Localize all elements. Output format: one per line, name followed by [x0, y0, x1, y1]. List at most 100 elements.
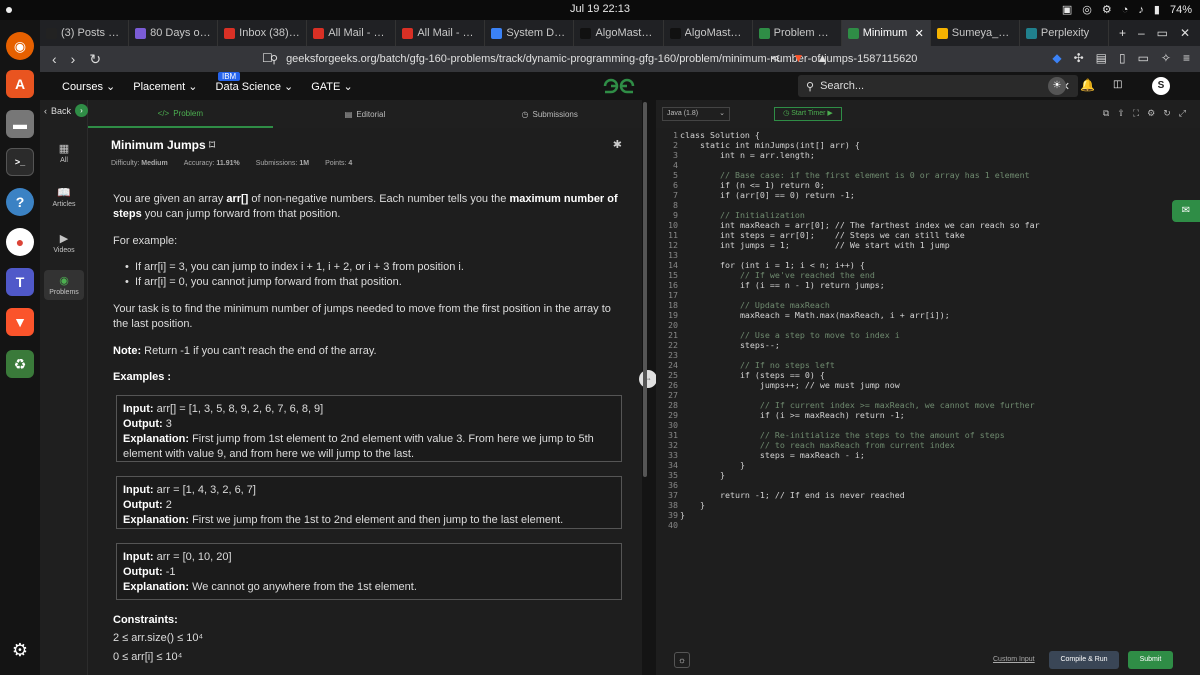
code-line[interactable]: maxReach = Math.max(maxReach, i + arr[i]…	[680, 310, 950, 320]
import-icon[interactable]: ⇪	[1117, 108, 1125, 119]
browser-tab[interactable]: 80 Days of #c	[129, 20, 219, 46]
trash-icon[interactable]: ♻	[6, 350, 34, 378]
browser-tab[interactable]: System Desig	[485, 20, 575, 46]
browser-tab[interactable]: Sumeya_Banc	[931, 20, 1020, 46]
sidebar-item-problems[interactable]: ◉ Problems	[44, 270, 84, 300]
browser-tab[interactable]: Inbox (38) - b	[218, 20, 308, 46]
system-clock[interactable]: Jul 19 22:13	[0, 3, 1200, 15]
copy-icon[interactable]: ⧉	[1103, 108, 1109, 119]
tab-editorial[interactable]: ▤ Editorial	[273, 100, 458, 128]
settings-icon[interactable]: ⚙	[1147, 108, 1155, 119]
back-nav-icon[interactable]: ‹	[52, 51, 57, 68]
code-line[interactable]: if (i == n - 1) return jumps;	[680, 280, 885, 290]
terminal-icon[interactable]: >_	[6, 148, 34, 176]
code-line[interactable]: if (steps == 0) {	[680, 370, 825, 380]
bookmark-icon[interactable]: ⌑	[209, 138, 215, 152]
reset-icon[interactable]: ↻	[1163, 108, 1171, 119]
compile-run-button[interactable]: Compile & Run	[1049, 651, 1119, 669]
nav-placement[interactable]: Placement ⌄	[133, 80, 197, 93]
hint-icon[interactable]: ☼	[674, 652, 690, 668]
new-tab-button[interactable]: +	[1119, 26, 1126, 40]
back-button[interactable]: ‹ Back ›	[44, 104, 89, 117]
share-icon[interactable]: ⋖	[770, 51, 780, 65]
files-icon[interactable]: ▬	[6, 110, 34, 138]
forward-nav-icon[interactable]: ›	[71, 51, 76, 68]
code-line[interactable]: // If current index >= maxReach, we cann…	[680, 400, 1035, 410]
translate-icon[interactable]: ▤	[1096, 51, 1107, 65]
resize-handle-icon[interactable]: ⇔	[639, 370, 657, 388]
expand-icon[interactable]: ⤢	[1179, 108, 1186, 119]
site-info-icon[interactable]: ⚲	[270, 53, 278, 66]
notification-bell-icon[interactable]: 🔔	[1080, 78, 1095, 92]
wifi-icon[interactable]: ◔	[1122, 4, 1129, 16]
sidebar-item-videos[interactable]: ▶ Videos	[44, 232, 84, 254]
code-line[interactable]: if (i >= maxReach) return -1;	[680, 410, 905, 420]
nav-gate[interactable]: GATE ⌄	[311, 80, 352, 93]
extensions-icon[interactable]: ✣	[1074, 51, 1084, 65]
minimize-icon[interactable]: –	[1138, 26, 1145, 40]
teams-tray-icon[interactable]: ▣	[1062, 3, 1072, 16]
browser-tab[interactable]: AlgoMaster N	[664, 20, 753, 46]
chrome-tray-icon[interactable]: ◎	[1082, 3, 1092, 16]
firefox-icon[interactable]: ◉	[6, 32, 34, 60]
nav-courses[interactable]: Courses ⌄	[62, 80, 115, 93]
chat-icon[interactable]: ✉	[1172, 200, 1200, 222]
code-line[interactable]: for (int i = 1; i < n; i++) {	[680, 260, 865, 270]
reload-icon[interactable]: ↻	[89, 51, 101, 68]
show-apps-icon[interactable]: ⚙	[6, 636, 34, 664]
code-line[interactable]: class Solution {	[680, 130, 760, 140]
language-select[interactable]: Java (1.8) ⌄	[662, 107, 730, 121]
restore-icon[interactable]: ▭	[1157, 26, 1168, 40]
battery-icon[interactable]: ▮	[1154, 3, 1160, 16]
browser-tab[interactable]: Problem of th	[753, 20, 842, 46]
search-input[interactable]: ⚲ Search... ✕	[798, 75, 1078, 97]
theme-toggle-icon[interactable]: ☀	[1048, 77, 1066, 95]
code-line[interactable]: static int minJumps(int[] arr) {	[680, 140, 860, 150]
leo-icon[interactable]: ✧	[1161, 51, 1171, 65]
brave-shields-icon[interactable]: ▼	[793, 51, 805, 65]
gfg-logo[interactable]	[600, 76, 638, 96]
code-line[interactable]: }	[680, 470, 725, 480]
code-line[interactable]: jumps++; // we must jump now	[680, 380, 900, 390]
tab-problem[interactable]: </> Problem	[88, 100, 273, 128]
code-line[interactable]: steps--;	[680, 340, 780, 350]
code-line[interactable]: // Re-initialize the steps to the amount…	[680, 430, 1005, 440]
cart-icon[interactable]: ◫	[1113, 79, 1122, 90]
report-bug-icon[interactable]: ✱	[613, 138, 622, 151]
code-editor[interactable]: 1 class Solution {2 static int minJumps(i…	[656, 128, 1200, 638]
code-line[interactable]: if (arr[0] == 0) return -1;	[680, 190, 855, 200]
help-icon[interactable]: ?	[6, 188, 34, 216]
code-line[interactable]: steps = maxReach - i;	[680, 450, 865, 460]
rewards-icon[interactable]: ▲	[816, 51, 828, 65]
code-line[interactable]: // Update maxReach	[680, 300, 830, 310]
code-line[interactable]: // to reach maxReach from current index	[680, 440, 955, 450]
app-center-icon[interactable]: A	[6, 70, 34, 98]
teams-icon[interactable]: T	[6, 268, 34, 296]
close-window-icon[interactable]: ✕	[1180, 26, 1190, 40]
vpn-icon[interactable]: ◆	[1052, 51, 1061, 65]
custom-input-link[interactable]: Custom Input	[993, 656, 1035, 663]
code-line[interactable]: }	[680, 500, 705, 510]
sidebar-item-articles[interactable]: 📖 Articles	[44, 186, 84, 208]
code-line[interactable]: // Use a step to move to index i	[680, 330, 900, 340]
close-tab-icon[interactable]: ✕	[915, 27, 924, 40]
menu-icon[interactable]: ≡	[1183, 51, 1190, 65]
problem-scrollbar[interactable]	[643, 102, 647, 477]
code-line[interactable]: return -1; // If end is never reached	[680, 490, 905, 500]
chrome-icon[interactable]: ●	[6, 228, 34, 256]
sidebar-item-all[interactable]: ▦ All	[44, 142, 84, 164]
code-line[interactable]: if (n <= 1) return 0;	[680, 180, 825, 190]
avatar[interactable]: S	[1152, 77, 1170, 95]
browser-tab[interactable]: All Mail - sum	[307, 20, 397, 46]
tab-submissions[interactable]: ◷ Submissions	[457, 100, 642, 128]
nav-data-science[interactable]: Data Science ⌄	[216, 80, 294, 93]
submit-button[interactable]: Submit	[1128, 651, 1173, 669]
code-line[interactable]: int maxReach = arr[0]; // The farthest i…	[680, 220, 1040, 230]
start-timer-button[interactable]: ◷ Start Timer ▶	[774, 107, 842, 121]
code-line[interactable]: int jumps = 1; // We start with 1 jump	[680, 240, 950, 250]
code-line[interactable]: int steps = arr[0]; // Steps we can stil…	[680, 230, 965, 240]
code-line[interactable]: // Initialization	[680, 210, 805, 220]
code-line[interactable]: int n = arr.length;	[680, 150, 815, 160]
code-line[interactable]: // Base case: if the first element is 0 …	[680, 170, 1030, 180]
browser-tab[interactable]: Perplexity	[1020, 20, 1109, 46]
